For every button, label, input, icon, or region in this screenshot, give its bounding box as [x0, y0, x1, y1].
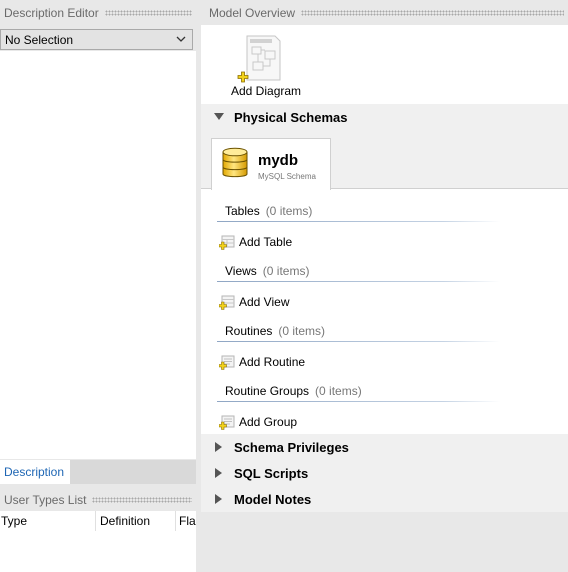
add-view-button[interactable]: Add View: [219, 292, 289, 312]
description-editor-title: Description Editor: [4, 6, 99, 20]
divider: [217, 341, 500, 342]
add-routine-button[interactable]: Add Routine: [219, 352, 305, 372]
panel-grip[interactable]: [301, 10, 564, 16]
add-table-label: Add Table: [239, 235, 293, 249]
column-header-definition[interactable]: Definition: [96, 511, 176, 531]
physical-schemas-label: Physical Schemas: [234, 109, 348, 125]
model-overview-header: Model Overview: [201, 2, 568, 24]
column-header-flags[interactable]: Flags: [176, 511, 196, 531]
tables-group-title: Tables (0 items): [225, 204, 313, 218]
tab-description-label: Description: [4, 465, 65, 479]
add-group-icon: [219, 415, 235, 430]
add-table-button[interactable]: Add Table: [219, 232, 292, 252]
physical-schemas-section-header[interactable]: Physical Schemas: [201, 104, 568, 130]
selection-dropdown-value: No Selection: [5, 32, 74, 47]
views-group-title: Views (0 items): [225, 264, 310, 278]
triangle-down-icon: [213, 104, 233, 130]
model-notes-label: Model Notes: [234, 491, 312, 507]
divider: [217, 401, 500, 402]
add-diagram-button[interactable]: Add Diagram: [226, 32, 302, 100]
divider: [217, 221, 500, 222]
sql-scripts-label: SQL Scripts: [234, 465, 309, 481]
sql-scripts-section-header[interactable]: SQL Scripts: [201, 460, 568, 486]
routine-groups-count: (0 items): [315, 384, 362, 398]
user-types-title: User Types List: [4, 493, 87, 507]
add-routine-icon: [219, 355, 235, 370]
add-group-label: Add Group: [239, 415, 298, 429]
divider: [217, 281, 500, 282]
add-diagram-label: Add Diagram: [231, 84, 302, 98]
tables-count: (0 items): [265, 204, 313, 218]
description-editor-header: Description Editor: [0, 2, 196, 24]
database-icon: [222, 147, 248, 178]
chevron-down-icon: [176, 36, 186, 42]
add-group-button[interactable]: Add Group: [219, 412, 297, 432]
tab-description[interactable]: Description: [0, 460, 70, 484]
routines-group-title: Routines (0 items): [225, 324, 326, 338]
triangle-right-icon: [213, 486, 233, 512]
triangle-right-icon: [213, 434, 233, 460]
add-routine-label: Add Routine: [239, 355, 306, 369]
selection-dropdown[interactable]: No Selection: [0, 29, 193, 50]
panel-grip[interactable]: [104, 10, 192, 16]
schema-type: MySQL Schema: [258, 172, 316, 181]
schema-tab-mydb[interactable]: mydb MySQL Schema: [211, 138, 331, 190]
add-table-icon: [219, 235, 235, 250]
user-types-table: Type Definition Flags: [0, 511, 196, 572]
views-count: (0 items): [262, 264, 310, 278]
routine-groups-group-title: Routine Groups (0 items): [225, 384, 362, 398]
schema-name: mydb: [258, 152, 299, 169]
model-notes-section-header[interactable]: Model Notes: [201, 486, 568, 512]
add-icon: [237, 71, 249, 83]
diagram-icon: [246, 35, 281, 81]
model-overview-title: Model Overview: [209, 6, 296, 20]
schema-privileges-label: Schema Privileges: [234, 439, 349, 455]
column-header-type[interactable]: Type: [0, 511, 96, 531]
add-view-label: Add View: [239, 295, 290, 309]
panel-grip[interactable]: [92, 497, 192, 503]
description-text-area[interactable]: [0, 51, 196, 459]
user-types-header: User Types List: [0, 489, 196, 511]
model-overview-empty-area: [196, 512, 568, 572]
routines-count: (0 items): [278, 324, 326, 338]
triangle-right-icon: [213, 460, 233, 486]
add-view-icon: [219, 295, 235, 310]
schema-privileges-section-header[interactable]: Schema Privileges: [201, 434, 568, 460]
